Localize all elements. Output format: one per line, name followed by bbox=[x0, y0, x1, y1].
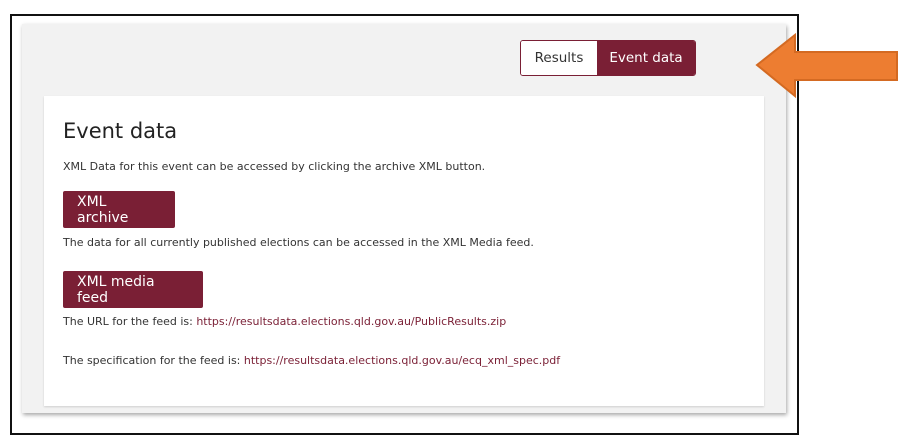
feed-url-label: The URL for the feed is: bbox=[63, 315, 197, 328]
spec-url-line: The specification for the feed is: https… bbox=[63, 354, 560, 367]
published-text: The data for all currently published ele… bbox=[63, 236, 534, 249]
feed-url-line: The URL for the feed is: https://results… bbox=[63, 315, 506, 328]
view-toggle: Results Event data bbox=[520, 40, 696, 76]
results-panel: Results Event data Event data XML Data f… bbox=[22, 24, 786, 413]
xml-media-feed-button[interactable]: XML media feed bbox=[63, 271, 203, 308]
page-title: Event data bbox=[63, 119, 178, 143]
spec-url-label: The specification for the feed is: bbox=[63, 354, 244, 367]
event-data-card: Event data XML Data for this event can b… bbox=[44, 96, 764, 406]
spec-url-link[interactable]: https://resultsdata.elections.qld.gov.au… bbox=[244, 354, 560, 367]
xml-archive-button[interactable]: XML archive bbox=[63, 191, 175, 228]
annotation-arrow-icon bbox=[755, 32, 898, 99]
feed-url-link[interactable]: https://resultsdata.elections.qld.gov.au… bbox=[196, 315, 506, 328]
tab-event-data[interactable]: Event data bbox=[597, 41, 695, 75]
annotation-arrow-shape bbox=[755, 32, 898, 99]
tab-results[interactable]: Results bbox=[521, 41, 597, 75]
intro-text: XML Data for this event can be accessed … bbox=[63, 160, 486, 173]
